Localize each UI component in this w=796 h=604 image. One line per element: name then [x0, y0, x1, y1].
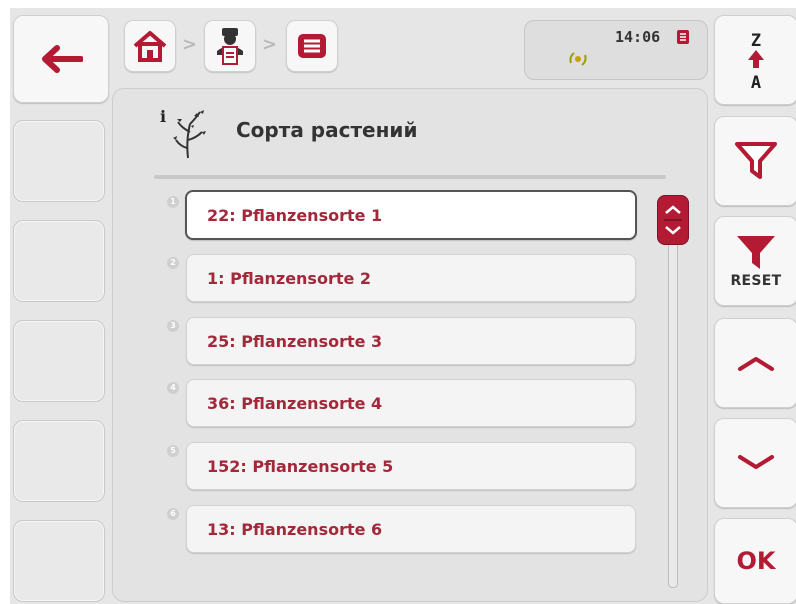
list-item-label: 25: Pflanzensorte 3 — [207, 331, 383, 351]
softkey-left-3[interactable] — [13, 320, 105, 402]
title-divider — [154, 175, 666, 179]
row-index: 1 — [167, 196, 179, 208]
scroll-up-icon — [738, 357, 774, 371]
scroll-up-button[interactable] — [714, 318, 796, 408]
filter-button[interactable] — [714, 116, 796, 206]
softkey-left-1[interactable] — [13, 120, 105, 202]
reset-label: RESET — [730, 273, 782, 289]
row-index: 6 — [167, 508, 179, 520]
breadcrumb-home[interactable] — [124, 20, 176, 72]
list-item-selected[interactable]: 22: Pflanzensorte 1 — [185, 190, 637, 240]
sort-top-letter: Z — [751, 31, 761, 51]
breadcrumb-list[interactable] — [286, 20, 338, 72]
plant-icon: i — [160, 107, 206, 159]
scroll-grip-icon — [664, 205, 682, 235]
operator-icon — [217, 28, 243, 65]
list-item[interactable]: 152: Pflanzensorte 5 — [186, 442, 636, 490]
list-item-label: 36: Pflanzensorte 4 — [207, 393, 383, 413]
list-item[interactable]: 25: Pflanzensorte 3 — [186, 317, 636, 365]
filter-icon — [735, 142, 777, 179]
sort-bottom-letter: A — [751, 73, 761, 92]
back-arrow-icon — [42, 45, 83, 73]
breadcrumb-separator: > — [182, 34, 198, 55]
row-index: 3 — [167, 320, 179, 332]
ok-label: OK — [736, 547, 776, 575]
home-icon — [133, 31, 167, 62]
softkey-left-4[interactable] — [13, 420, 105, 502]
softkey-left-5[interactable] — [13, 520, 105, 602]
filter-reset-icon — [737, 236, 775, 269]
list-icon — [298, 34, 326, 58]
row-index: 5 — [167, 445, 179, 457]
list-item-label: 152: Pflanzensorte 5 — [207, 456, 394, 476]
scroll-down-icon — [738, 455, 774, 469]
back-button[interactable] — [13, 15, 109, 103]
list-item[interactable]: 13: Pflanzensorte 6 — [186, 505, 636, 553]
document-icon — [677, 30, 689, 44]
status-panel: 14:06 — [524, 20, 708, 80]
list-item[interactable]: 1: Pflanzensorte 2 — [186, 254, 636, 302]
list-item-label: 13: Pflanzensorte 6 — [207, 519, 383, 539]
page-title: Сорта растений — [236, 118, 418, 142]
breadcrumb-separator: > — [262, 34, 278, 55]
filter-reset-button[interactable]: RESET — [714, 216, 796, 306]
row-index: 4 — [167, 382, 179, 394]
breadcrumb-operator[interactable] — [204, 20, 256, 72]
gps-icon — [569, 52, 587, 66]
svg-text:i: i — [160, 107, 166, 126]
sort-button[interactable]: Z A — [714, 15, 796, 105]
clock-time: 14:06 — [615, 28, 661, 46]
ok-button[interactable]: OK — [714, 518, 796, 604]
scrollbar-thumb[interactable] — [657, 195, 689, 245]
list-item-label: 22: Pflanzensorte 1 — [207, 205, 383, 225]
list-item[interactable]: 36: Pflanzensorte 4 — [186, 379, 636, 427]
scrollbar-track[interactable] — [668, 220, 678, 588]
row-index: 2 — [167, 257, 179, 269]
scroll-down-button[interactable] — [714, 418, 796, 508]
softkey-left-2[interactable] — [13, 220, 105, 302]
sort-icon: Z A — [748, 31, 764, 92]
list-item-label: 1: Pflanzensorte 2 — [207, 268, 372, 288]
